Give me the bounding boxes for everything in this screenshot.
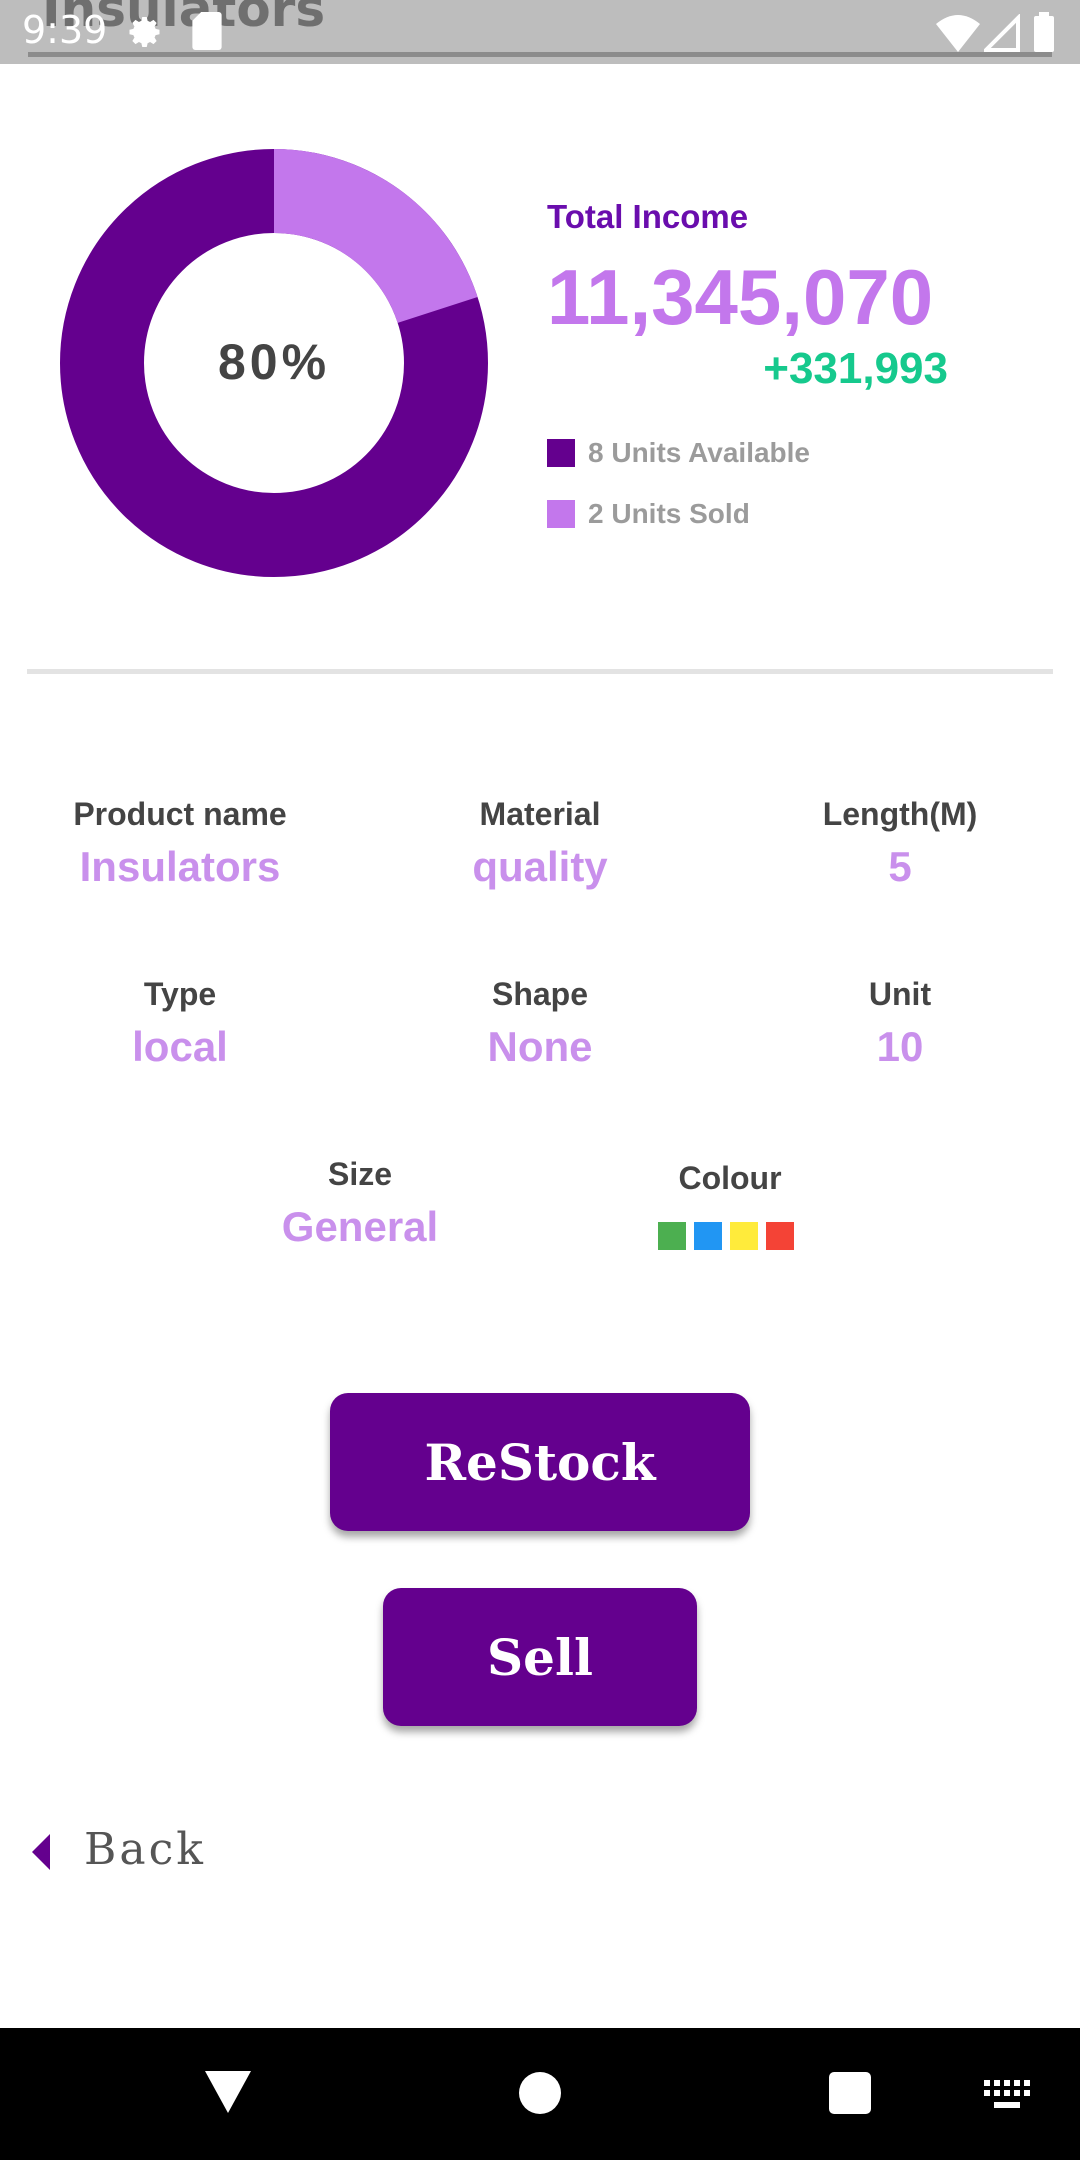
material-value: quality bbox=[472, 843, 608, 890]
restock-button[interactable]: ReStock bbox=[330, 1393, 750, 1531]
detail-colour: Colour bbox=[550, 1160, 910, 1197]
back-triangle-icon[interactable] bbox=[205, 2071, 251, 2113]
type-value: local bbox=[132, 1023, 228, 1070]
detail-type: Type local bbox=[0, 976, 360, 1071]
detail-unit: Unit 10 bbox=[720, 976, 1080, 1071]
signal-icon bbox=[984, 14, 1020, 52]
total-income-value: 11,345,070 bbox=[547, 253, 934, 341]
back-link[interactable]: Back bbox=[28, 1820, 228, 1880]
colour-swatch-yellow bbox=[730, 1222, 758, 1250]
recents-square-icon[interactable] bbox=[829, 2072, 871, 2114]
length-value: 5 bbox=[888, 843, 912, 890]
legend-label-available: 8 Units Available bbox=[588, 437, 811, 468]
legend-label-sold: 2 Units Sold bbox=[588, 498, 750, 529]
size-value: General bbox=[281, 1203, 439, 1250]
title-underline bbox=[28, 52, 1052, 57]
total-income-label: Total Income bbox=[547, 198, 749, 235]
status-bar: Insulators 9:39 bbox=[0, 0, 1080, 64]
home-circle-icon[interactable] bbox=[519, 2072, 561, 2114]
type-label: Type bbox=[143, 976, 217, 1012]
legend-swatch-available bbox=[547, 439, 575, 467]
colour-swatch-green bbox=[658, 1222, 686, 1250]
detail-shape: Shape None bbox=[360, 976, 720, 1071]
detail-material: Material quality bbox=[360, 796, 720, 891]
detail-product-name: Product name Insulators bbox=[0, 796, 360, 891]
colour-swatch-blue bbox=[694, 1222, 722, 1250]
keyboard-icon[interactable] bbox=[984, 2080, 1030, 2110]
detail-size: Size General bbox=[180, 1156, 540, 1251]
unit-label: Unit bbox=[868, 976, 932, 1012]
donut-percent-label: 80% bbox=[217, 334, 331, 390]
back-label: Back bbox=[84, 1824, 206, 1875]
detail-length: Length(M) 5 bbox=[720, 796, 1080, 891]
colour-label: Colour bbox=[678, 1160, 782, 1196]
sell-button[interactable]: Sell bbox=[383, 1588, 697, 1726]
status-time: 9:39 bbox=[22, 8, 108, 52]
shape-value: None bbox=[487, 1023, 593, 1070]
material-label: Material bbox=[479, 796, 601, 832]
length-label: Length(M) bbox=[822, 796, 978, 832]
section-divider bbox=[27, 669, 1053, 674]
income-delta: +331,993 bbox=[763, 344, 948, 393]
colour-swatch-red bbox=[766, 1222, 794, 1250]
legend-swatch-sold bbox=[547, 500, 575, 528]
wifi-icon bbox=[936, 15, 980, 52]
unit-value: 10 bbox=[876, 1023, 924, 1070]
sd-card-icon bbox=[192, 12, 222, 50]
product-name-value: Insulators bbox=[79, 843, 281, 890]
product-name-label: Product name bbox=[73, 796, 287, 832]
size-label: Size bbox=[327, 1156, 393, 1192]
shape-label: Shape bbox=[491, 976, 589, 1012]
back-arrow-icon bbox=[32, 1834, 50, 1870]
gear-icon bbox=[129, 17, 160, 48]
battery-icon bbox=[1034, 12, 1054, 52]
